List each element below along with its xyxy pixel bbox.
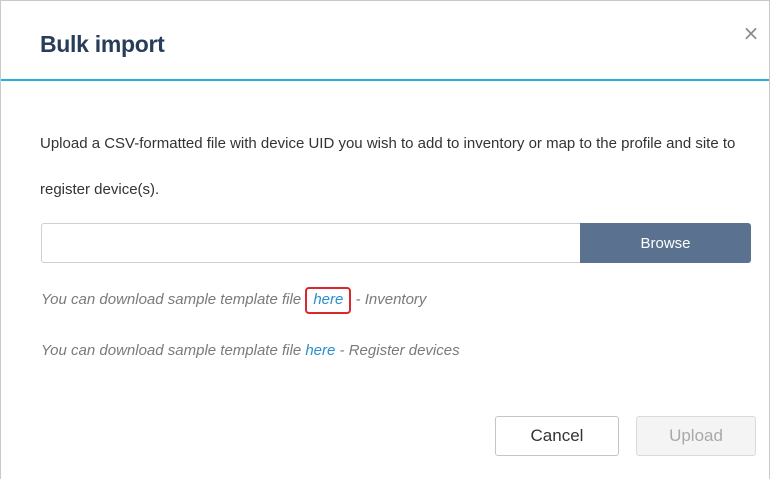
- template-separator: -: [351, 291, 365, 308]
- register-devices-template-link[interactable]: here: [305, 342, 335, 359]
- inventory-template-link[interactable]: here: [305, 287, 352, 314]
- template-separator: -: [335, 342, 349, 359]
- bulk-import-dialog: Bulk import × Upload a CSV-formatted fil…: [0, 0, 770, 479]
- dialog-title: Bulk import: [40, 31, 165, 57]
- file-picker: Browse: [41, 223, 751, 263]
- file-path-input[interactable]: [41, 223, 580, 263]
- upload-button[interactable]: Upload: [636, 416, 756, 456]
- dialog-header: Bulk import ×: [1, 1, 769, 81]
- template-suffix: Inventory: [364, 291, 427, 308]
- browse-button[interactable]: Browse: [580, 223, 751, 263]
- cancel-button[interactable]: Cancel: [495, 416, 619, 456]
- template-prefix: You can download sample template file: [41, 291, 306, 308]
- dialog-description: Upload a CSV-formatted file with device …: [40, 135, 736, 198]
- template-line-register-devices: You can download sample template file he…: [41, 342, 460, 359]
- template-line-inventory: You can download sample template file he…: [41, 287, 427, 314]
- template-prefix: You can download sample template file: [41, 342, 306, 359]
- close-icon[interactable]: ×: [741, 23, 761, 43]
- template-suffix: Register devices: [348, 342, 460, 359]
